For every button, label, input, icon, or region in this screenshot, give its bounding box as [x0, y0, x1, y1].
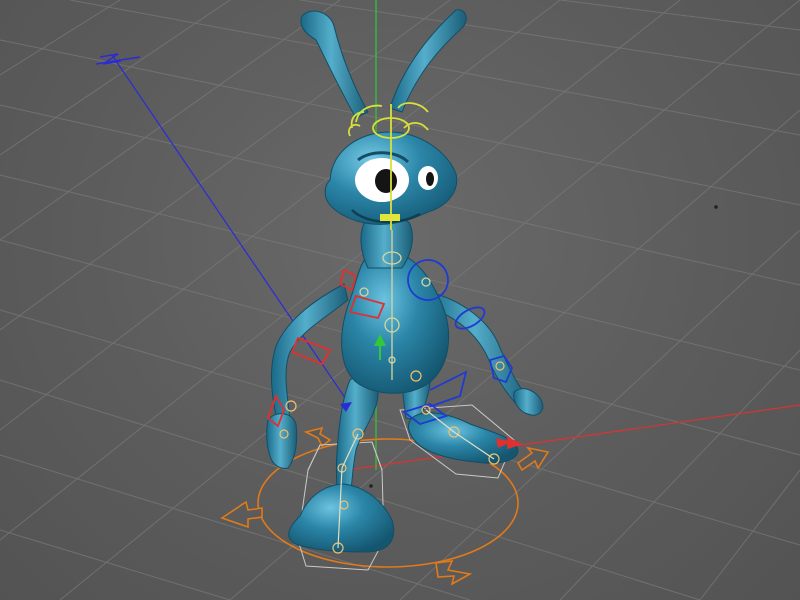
antennae — [300, 9, 467, 119]
torso — [341, 249, 450, 394]
world-axes — [111, 0, 800, 471]
z-axis-label-icon — [95, 53, 141, 65]
scene-point — [714, 205, 718, 209]
jaw-controller[interactable] — [380, 214, 400, 221]
viewport-scene[interactable] — [0, 0, 800, 600]
right-pupil — [426, 172, 434, 186]
scene-point — [369, 484, 373, 488]
z-axis-line — [111, 54, 353, 409]
left-pupil — [375, 169, 397, 193]
3d-viewport[interactable] — [0, 0, 800, 600]
